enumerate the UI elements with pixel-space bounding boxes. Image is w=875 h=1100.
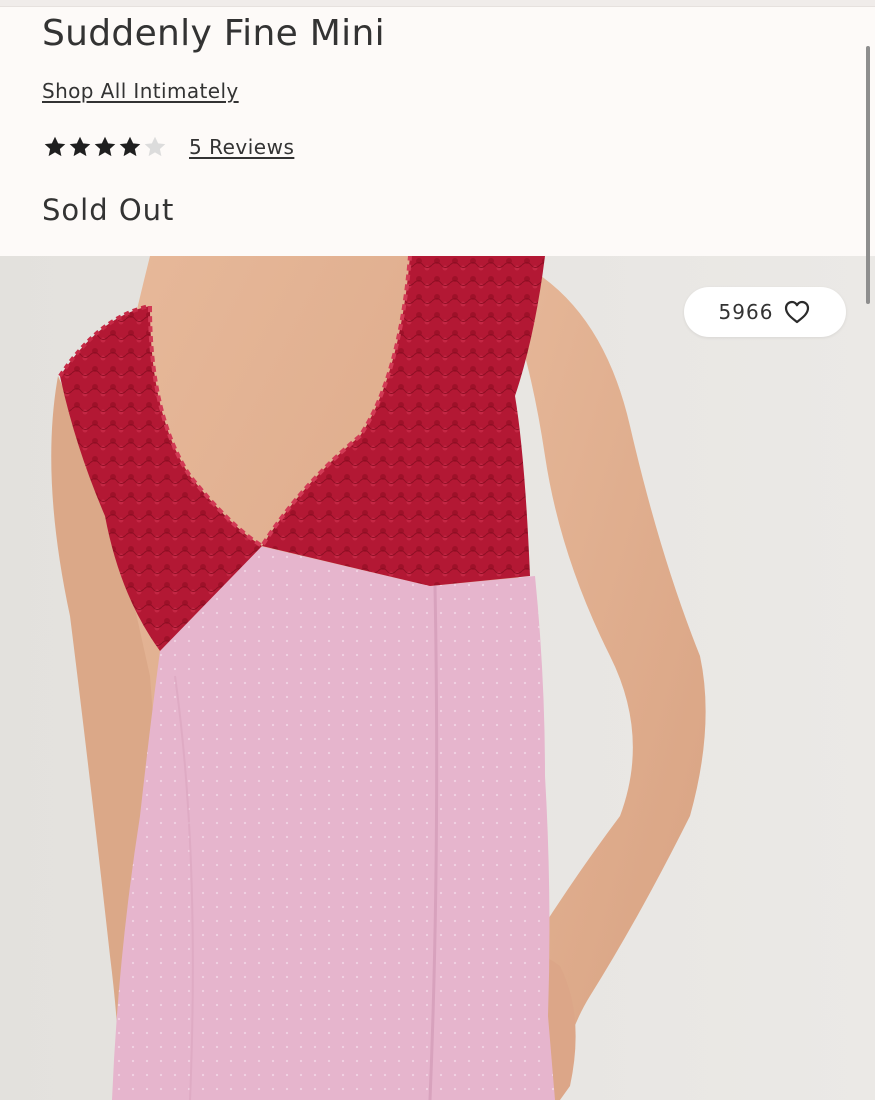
top-divider [0,0,875,7]
favorite-count: 5966 [718,300,774,324]
dress-photo-illustration [0,256,875,1100]
scrollbar[interactable] [866,46,870,304]
star-filled-icon [94,136,116,157]
shop-all-link[interactable]: Shop All Intimately [42,79,239,103]
star-filled-icon [119,136,141,157]
reviews-link[interactable]: 5 Reviews [189,135,294,159]
favorite-button[interactable]: 5966 [684,287,846,337]
product-title: Suddenly Fine Mini [42,13,385,54]
product-image[interactable] [0,256,875,1100]
star-filled-icon [44,136,66,157]
star-rating [42,134,167,160]
heart-outline-icon [785,300,810,324]
rating-row: 5 Reviews [42,131,294,163]
product-header: Suddenly Fine Mini Shop All Intimately 5… [0,7,875,256]
star-filled-icon [69,136,91,157]
star-empty-icon [144,136,166,157]
product-page: Suddenly Fine Mini Shop All Intimately 5… [0,0,875,1100]
availability-status: Sold Out [42,193,175,227]
